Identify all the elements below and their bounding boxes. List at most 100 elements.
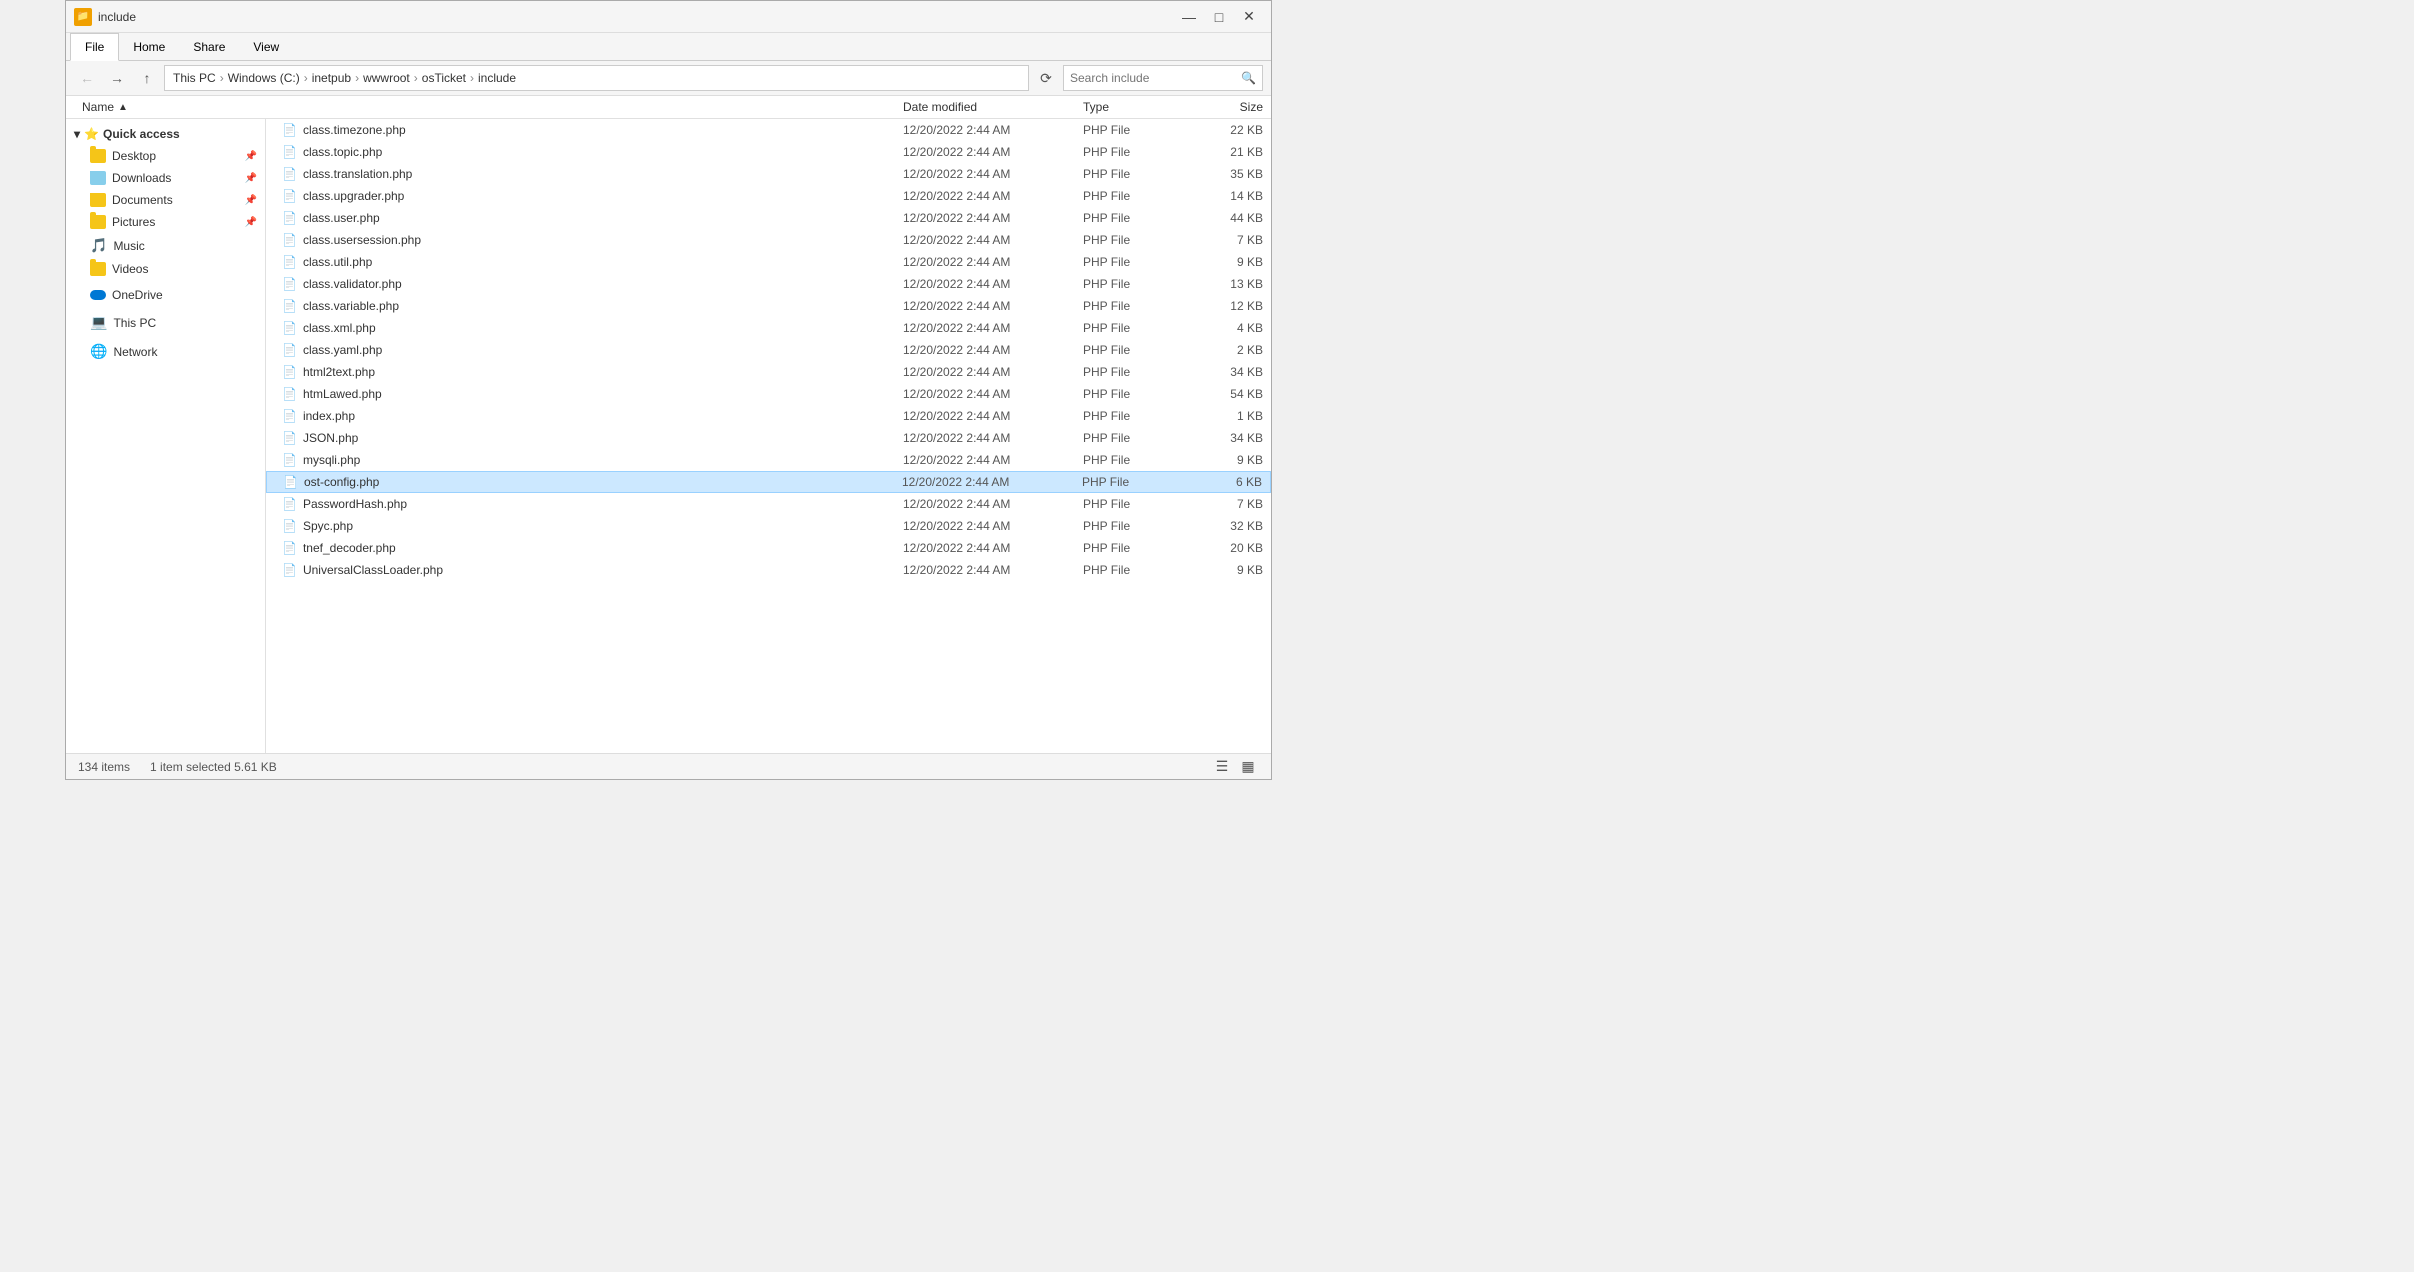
column-headers: Name ▲ Date modified Type Size [66, 96, 1271, 119]
file-type: PHP File [1083, 211, 1183, 225]
sidebar-item-network[interactable]: 🌐 Network [66, 339, 265, 364]
file-row[interactable]: 📄 class.xml.php 12/20/2022 2:44 AM PHP F… [266, 317, 1271, 339]
sidebar-item-thispc[interactable]: 💻 This PC [66, 310, 265, 335]
breadcrumb[interactable]: This PC › Windows (C:) › inetpub › wwwro… [164, 65, 1029, 91]
file-row[interactable]: 📄 html2text.php 12/20/2022 2:44 AM PHP F… [266, 361, 1271, 383]
sidebar-item-label: Documents [112, 193, 173, 207]
file-row[interactable]: 📄 tnef_decoder.php 12/20/2022 2:44 AM PH… [266, 537, 1271, 559]
minimize-button[interactable]: — [1175, 4, 1203, 30]
large-icons-view-button[interactable]: ▦ [1237, 756, 1259, 778]
pin-icon: 📌 [245, 151, 257, 162]
file-name: 📄 htmLawed.php [282, 387, 903, 401]
sidebar: ▾ ⭐ Quick access Desktop 📌 Downloads 📌 D… [66, 119, 266, 753]
file-type: PHP File [1083, 343, 1183, 357]
file-type: PHP File [1083, 453, 1183, 467]
file-type: PHP File [1083, 497, 1183, 511]
php-file-icon: 📄 [282, 497, 297, 511]
file-row[interactable]: 📄 class.variable.php 12/20/2022 2:44 AM … [266, 295, 1271, 317]
col-header-name[interactable]: Name ▲ [82, 100, 903, 114]
file-size: 54 KB [1183, 387, 1263, 401]
sidebar-item-downloads[interactable]: Downloads 📌 [66, 167, 265, 189]
file-date: 12/20/2022 2:44 AM [903, 145, 1083, 159]
php-file-icon: 📄 [282, 299, 297, 313]
file-row[interactable]: 📄 class.validator.php 12/20/2022 2:44 AM… [266, 273, 1271, 295]
sidebar-item-pictures[interactable]: Pictures 📌 [66, 211, 265, 233]
tab-home[interactable]: Home [119, 33, 179, 60]
file-type: PHP File [1083, 123, 1183, 137]
file-size: 9 KB [1183, 453, 1263, 467]
file-row[interactable]: 📄 Spyc.php 12/20/2022 2:44 AM PHP File 3… [266, 515, 1271, 537]
tab-view[interactable]: View [239, 33, 293, 60]
sidebar-item-videos[interactable]: Videos [66, 258, 265, 280]
breadcrumb-include[interactable]: include [478, 71, 516, 85]
tab-file[interactable]: File [70, 33, 119, 61]
breadcrumb-wwwroot[interactable]: wwwroot [363, 71, 410, 85]
file-type: PHP File [1083, 189, 1183, 203]
thispc-icon: 💻 [90, 314, 107, 331]
file-row[interactable]: 📄 JSON.php 12/20/2022 2:44 AM PHP File 3… [266, 427, 1271, 449]
details-view-button[interactable]: ☰ [1211, 756, 1233, 778]
file-row[interactable]: 📄 htmLawed.php 12/20/2022 2:44 AM PHP Fi… [266, 383, 1271, 405]
sidebar-quick-access-header[interactable]: ▾ ⭐ Quick access [66, 123, 265, 145]
sidebar-item-onedrive[interactable]: OneDrive [66, 284, 265, 306]
file-row[interactable]: 📄 ost-config.php 12/20/2022 2:44 AM PHP … [266, 471, 1271, 493]
file-type: PHP File [1083, 255, 1183, 269]
file-row[interactable]: 📄 class.user.php 12/20/2022 2:44 AM PHP … [266, 207, 1271, 229]
folder-icon [90, 262, 106, 276]
file-row[interactable]: 📄 PasswordHash.php 12/20/2022 2:44 AM PH… [266, 493, 1271, 515]
file-name: 📄 html2text.php [282, 365, 903, 379]
file-size: 9 KB [1183, 563, 1263, 577]
file-row[interactable]: 📄 class.timezone.php 12/20/2022 2:44 AM … [266, 119, 1271, 141]
maximize-button[interactable]: □ [1205, 4, 1233, 30]
network-icon: 🌐 [90, 343, 107, 360]
file-row[interactable]: 📄 class.yaml.php 12/20/2022 2:44 AM PHP … [266, 339, 1271, 361]
file-size: 34 KB [1183, 365, 1263, 379]
sidebar-item-desktop[interactable]: Desktop 📌 [66, 145, 265, 167]
file-row[interactable]: 📄 class.upgrader.php 12/20/2022 2:44 AM … [266, 185, 1271, 207]
php-file-icon: 📄 [282, 321, 297, 335]
tab-share[interactable]: Share [179, 33, 239, 60]
file-name: 📄 class.xml.php [282, 321, 903, 335]
file-row[interactable]: 📄 UniversalClassLoader.php 12/20/2022 2:… [266, 559, 1271, 581]
breadcrumb-windows-c[interactable]: Windows (C:) [228, 71, 300, 85]
file-date: 12/20/2022 2:44 AM [903, 167, 1083, 181]
selection-info: 1 item selected 5.61 KB [150, 760, 277, 774]
file-type: PHP File [1083, 387, 1183, 401]
file-row[interactable]: 📄 class.translation.php 12/20/2022 2:44 … [266, 163, 1271, 185]
file-row[interactable]: 📄 class.usersession.php 12/20/2022 2:44 … [266, 229, 1271, 251]
refresh-button[interactable]: ⟳ [1033, 65, 1059, 91]
col-header-type[interactable]: Type [1083, 100, 1183, 114]
file-size: 34 KB [1183, 431, 1263, 445]
sidebar-item-music[interactable]: 🎵 Music [66, 233, 265, 258]
file-name: 📄 class.util.php [282, 255, 903, 269]
close-button[interactable]: ✕ [1235, 4, 1263, 30]
sidebar-item-label: Videos [112, 262, 148, 276]
php-file-icon: 📄 [282, 211, 297, 225]
up-button[interactable]: ↑ [134, 65, 160, 91]
music-icon: 🎵 [90, 237, 107, 254]
file-date: 12/20/2022 2:44 AM [903, 453, 1083, 467]
forward-button[interactable]: → [104, 65, 130, 91]
file-row[interactable]: 📄 index.php 12/20/2022 2:44 AM PHP File … [266, 405, 1271, 427]
file-row[interactable]: 📄 class.topic.php 12/20/2022 2:44 AM PHP… [266, 141, 1271, 163]
back-button[interactable]: ← [74, 65, 100, 91]
breadcrumb-osticket[interactable]: osTicket [422, 71, 466, 85]
col-header-date[interactable]: Date modified [903, 100, 1083, 114]
breadcrumb-this-pc[interactable]: This PC [173, 71, 216, 85]
sidebar-item-label: Pictures [112, 215, 155, 229]
sidebar-item-documents[interactable]: Documents 📌 [66, 189, 265, 211]
search-input[interactable] [1070, 71, 1241, 85]
search-box[interactable]: 🔍 [1063, 65, 1263, 91]
file-list[interactable]: 📄 class.timezone.php 12/20/2022 2:44 AM … [266, 119, 1271, 753]
file-row[interactable]: 📄 mysqli.php 12/20/2022 2:44 AM PHP File… [266, 449, 1271, 471]
file-name: 📄 PasswordHash.php [282, 497, 903, 511]
file-row[interactable]: 📄 class.util.php 12/20/2022 2:44 AM PHP … [266, 251, 1271, 273]
sidebar-item-label: Downloads [112, 171, 171, 185]
file-size: 22 KB [1183, 123, 1263, 137]
file-type: PHP File [1083, 299, 1183, 313]
breadcrumb-inetpub[interactable]: inetpub [312, 71, 351, 85]
file-type: PHP File [1083, 365, 1183, 379]
file-date: 12/20/2022 2:44 AM [903, 123, 1083, 137]
php-file-icon: 📄 [282, 541, 297, 555]
col-header-size[interactable]: Size [1183, 100, 1263, 114]
